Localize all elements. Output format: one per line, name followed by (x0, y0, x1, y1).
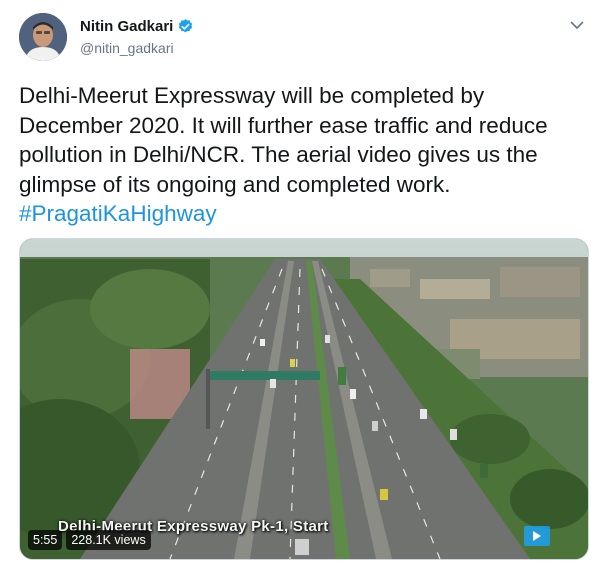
tweet-text-line: glimpse of its ongoing and completed wor… (19, 171, 451, 197)
play-icon[interactable] (521, 524, 551, 548)
hashtag-link[interactable]: #PragatiKaHighway (19, 199, 584, 229)
video-stats: 5:55 228.1K views (28, 530, 151, 550)
author-display-name[interactable]: Nitin Gadkari (80, 18, 173, 35)
tweet-text-line: pollution in Delhi/NCR. The aerial video… (19, 142, 538, 167)
author-handle[interactable]: @nitin_gadkari (80, 40, 174, 56)
author-name-row[interactable]: Nitin Gadkari (80, 18, 194, 35)
tweet-text-line: December 2020. It will further ease traf… (19, 112, 548, 138)
chevron-down-icon[interactable] (568, 16, 586, 34)
video-duration: 5:55 (28, 530, 63, 550)
verified-badge-icon (179, 19, 193, 33)
tweet-text: Delhi-Meerut Expressway will be complete… (19, 81, 584, 229)
video-player[interactable]: Delhi-Meerut Expressway Pk-1, Start 5:55… (19, 238, 589, 560)
tweet-card: Nitin Gadkari @nitin_gadkari Delhi-Meeru… (0, 0, 600, 569)
video-frame (20, 239, 588, 559)
tweet-text-line: Delhi-Meerut Expressway will be complete… (19, 83, 485, 108)
avatar[interactable] (19, 13, 67, 61)
video-views: 228.1K views (66, 530, 151, 550)
